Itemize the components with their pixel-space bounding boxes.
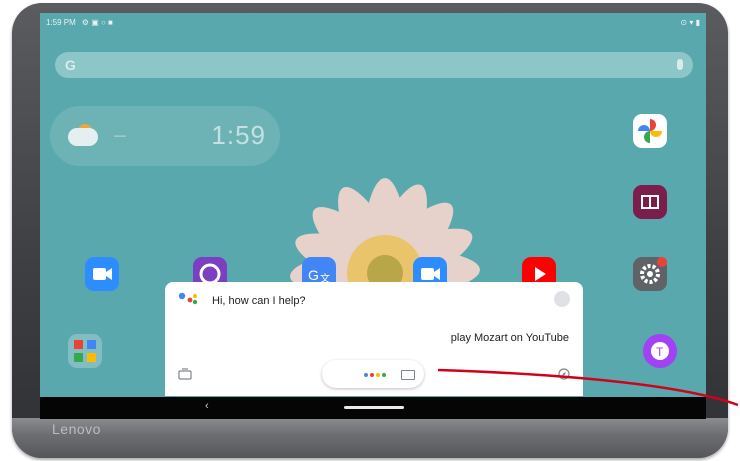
google-assistant-icon [178,292,198,305]
dot-red [370,373,374,377]
tablet-base-stand [12,418,728,458]
back-icon[interactable]: ‹ [205,400,209,412]
system-status-icons: ⊙ ▾ ▮ [680,17,700,27]
svg-text:G: G [308,267,319,283]
google-search-bar[interactable]: G [55,52,693,78]
navigation-bar: ‹ [40,397,706,419]
explore-icon[interactable] [558,368,570,380]
status-bar: 1:59 PM ⚙ ▣ ○ ■ ⊙ ▾ ▮ [46,16,700,28]
lens-icon[interactable] [178,368,192,380]
keyboard-icon[interactable] [401,370,415,380]
settings-icon[interactable] [633,257,667,291]
dot-yellow [376,373,380,377]
cloud-icon [68,128,98,146]
assistant-greeting: Hi, how can I help? [212,295,306,307]
google-g-icon: G [65,57,76,73]
assistant-query-text: play Mozart on YouTube [450,332,569,344]
brand-logo: Lenovo [52,421,101,437]
dot-blue [364,373,368,377]
status-time: 1:59 PM [46,17,76,27]
google-apps-folder-icon[interactable] [68,334,102,368]
google-photos-icon[interactable] [633,114,667,148]
notification-icons: ⚙ ▣ ○ ■ [81,17,113,27]
dot-green [382,373,386,377]
home-pill-icon[interactable] [344,406,404,409]
profile-icon[interactable] [554,291,570,307]
svg-text:T: T [656,345,664,359]
assistant-input-pill[interactable] [322,360,424,388]
zoom-icon[interactable] [85,257,119,291]
google-assistant-panel: Hi, how can I help? play Mozart on YouTu… [165,282,583,396]
temperature-placeholder: — [114,128,126,142]
reading-icon[interactable] [633,185,667,219]
microphone-icon[interactable] [677,59,683,70]
widget-clock: 1:59 [211,120,266,150]
toolbox-icon[interactable]: T [643,334,677,368]
